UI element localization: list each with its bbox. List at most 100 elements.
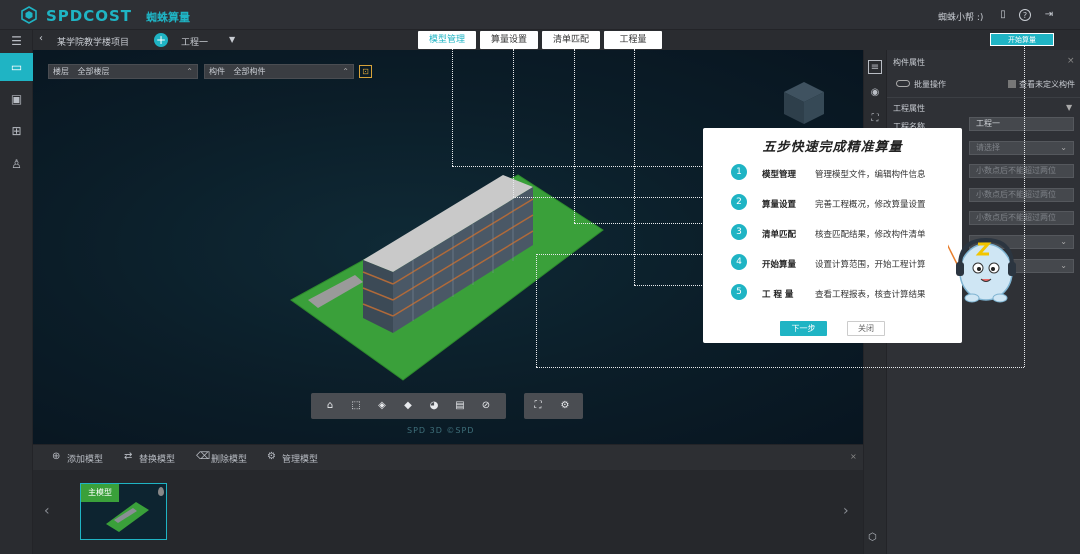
add-model-button[interactable]: 添加模型 <box>67 452 103 465</box>
chevron-left-icon[interactable]: ‹ <box>44 503 50 519</box>
chevron-right-icon[interactable]: › <box>843 503 849 519</box>
component-filter-label: 构件 <box>209 67 225 76</box>
batch-label: 批量操作 <box>914 80 946 89</box>
next-button[interactable]: 下一步 <box>780 321 827 336</box>
undefined-label: 查看未定义构件 <box>1019 80 1075 89</box>
add-project-icon[interactable]: + <box>154 33 168 47</box>
folder-icon[interactable]: ▭ <box>0 53 33 81</box>
connector-line <box>574 49 575 223</box>
step-name: 开始算量 <box>762 260 797 270</box>
connector-line <box>1024 46 1025 367</box>
step-name: 工 程 量 <box>762 290 794 300</box>
select-field-value: 请选择 <box>976 143 1000 152</box>
connector-line <box>634 49 635 285</box>
close-button[interactable]: 关闭 <box>847 321 885 336</box>
manage-model-button[interactable]: 管理模型 <box>282 452 318 465</box>
connector-line <box>452 166 704 167</box>
home-icon[interactable]: ⌂ <box>323 399 337 413</box>
project-name: 某学院教学楼项目 <box>57 38 130 48</box>
decimal-field-2[interactable]: 小数点后不能超过两位 <box>969 188 1074 202</box>
step-number: 2 <box>731 194 747 210</box>
document-icon[interactable]: ▯ <box>997 9 1009 21</box>
help-icon[interactable]: ? <box>1019 9 1031 21</box>
select-icon[interactable]: ⬚ <box>349 399 363 413</box>
step-name: 清单匹配 <box>762 230 797 240</box>
connector-line <box>536 254 704 255</box>
fullscreen-icon[interactable]: ⛶ <box>531 399 545 413</box>
connector-line <box>574 223 704 224</box>
layers-icon[interactable]: ▤ <box>453 399 467 413</box>
component-filter[interactable]: 构件 全部构件 ⌃ <box>204 64 354 79</box>
product-name: 蜘蛛算量 <box>146 11 190 24</box>
chevron-down-icon: ⌃ <box>186 67 193 76</box>
select-field[interactable]: 请选择 ⌄ <box>969 141 1074 155</box>
project-select[interactable]: 工程一 <box>181 35 208 48</box>
batch-toggle[interactable] <box>896 80 910 87</box>
connector-line <box>452 49 453 166</box>
tab-quantities[interactable]: 工程量 <box>604 31 662 49</box>
focus-icon[interactable]: ⛶ <box>868 112 882 126</box>
start-calculation-button[interactable]: 开始算量 <box>990 33 1054 46</box>
watermark: SPD 3D ©SPD <box>407 426 475 435</box>
pin-icon[interactable] <box>158 487 164 496</box>
connector-line <box>536 254 537 367</box>
decimal-field-3[interactable]: 小数点后不能超过两位 <box>969 211 1074 225</box>
shape-icon[interactable]: ⬡ <box>868 532 877 543</box>
replace-model-button[interactable]: 替换模型 <box>139 452 175 465</box>
step-number: 3 <box>731 224 747 240</box>
section-title: 工程属性 <box>893 104 925 113</box>
step-description: 核查匹配结果，修改构件清单 <box>815 230 926 240</box>
close-icon[interactable]: × <box>1067 56 1075 66</box>
add-icon: ⊕ <box>52 451 61 462</box>
mascot-icon <box>948 237 1016 303</box>
decimal-field-1[interactable]: 小数点后不能超过两位 <box>969 164 1074 178</box>
brand-name: SPDCOST <box>46 7 133 25</box>
user-icon[interactable]: ♙ <box>0 150 33 178</box>
view-cube-icon[interactable] <box>780 78 828 126</box>
logout-icon[interactable]: ⇥ <box>1043 9 1055 21</box>
grid-icon[interactable]: ⊞ <box>0 117 33 145</box>
chevron-down-icon[interactable]: ▼ <box>1066 103 1072 112</box>
caret-down-icon[interactable]: ▼ <box>229 35 235 44</box>
tab-model-management[interactable]: 模型管理 <box>418 31 476 49</box>
divider <box>887 97 1080 98</box>
chevron-down-icon: ⌄ <box>1060 261 1067 270</box>
floor-filter-label: 楼层 <box>53 67 69 76</box>
tab-quantity-settings[interactable]: 算量设置 <box>480 31 538 49</box>
floor-filter[interactable]: 楼层 全部楼层 ⌃ <box>48 64 198 79</box>
eye-off-icon[interactable]: ⊘ <box>479 399 493 413</box>
list-icon[interactable]: ☰ <box>0 27 33 55</box>
tab-bill-matching[interactable]: 清单匹配 <box>542 31 600 49</box>
guide-title: 五步快速完成精准算量 <box>762 140 903 155</box>
step-description: 管理模型文件，编辑构件信息 <box>815 170 926 180</box>
eye-icon[interactable]: ◉ <box>868 86 882 100</box>
chevron-down-icon: ⌃ <box>342 67 349 76</box>
step-description: 查看工程报表，核查计算结果 <box>815 290 926 300</box>
chart-icon[interactable]: ▣ <box>0 85 33 113</box>
project-name-field[interactable]: 工程一 <box>969 117 1074 131</box>
connector-line <box>536 367 1024 368</box>
close-icon[interactable]: × <box>850 452 857 461</box>
box-icon[interactable]: ◈ <box>375 399 389 413</box>
floor-filter-value: 全部楼层 <box>77 67 110 76</box>
cube-icon[interactable]: ◆ <box>401 399 415 413</box>
user-name[interactable]: 蜘蛛小帮 :) <box>938 10 983 23</box>
delete-model-button[interactable]: 删除模型 <box>211 452 247 465</box>
step-name: 模型管理 <box>762 170 797 180</box>
logo-icon <box>21 6 37 24</box>
step-number: 5 <box>731 284 747 300</box>
connector-line <box>513 49 514 197</box>
properties-icon[interactable]: ≡ <box>868 60 882 74</box>
undefined-checkbox[interactable] <box>1008 80 1016 88</box>
gear-icon[interactable]: ⚙ <box>558 399 572 413</box>
pie-icon[interactable]: ◕ <box>427 399 441 413</box>
connector-line <box>634 285 704 286</box>
connector-line <box>513 197 704 198</box>
trash-icon: ⌫ <box>196 451 211 462</box>
chevron-left-icon[interactable]: ‹ <box>39 33 43 44</box>
chevron-down-icon: ⌄ <box>1060 143 1067 152</box>
main-model-badge: 主模型 <box>81 484 119 502</box>
gear-icon: ⚙ <box>267 451 276 462</box>
filter-settings-icon[interactable]: ⊡ <box>359 65 372 78</box>
chevron-down-icon: ⌄ <box>1060 237 1067 246</box>
